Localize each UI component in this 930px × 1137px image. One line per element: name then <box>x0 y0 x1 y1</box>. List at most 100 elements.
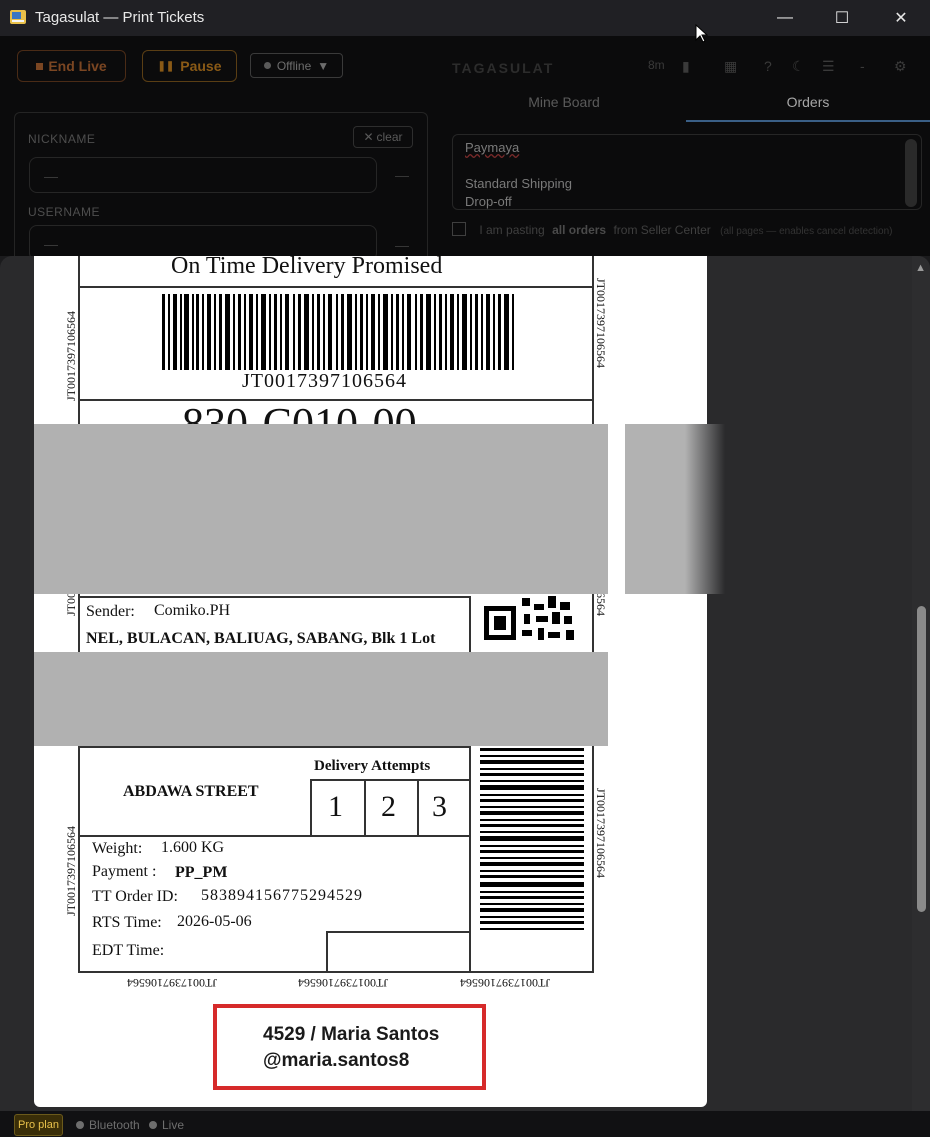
tt-order-value: 583894156775294529 <box>201 887 363 904</box>
right-header: TAGASULAT 8m ▮ ▦ ? ☾ ☰ - ⚙ <box>450 56 920 80</box>
timer-label: 8m <box>648 58 665 72</box>
label-rule <box>78 286 594 288</box>
help-icon[interactable]: ? <box>764 58 772 74</box>
stop-icon <box>36 62 44 70</box>
customer-info-box: 4529 / Maria Santos @maria.santos8 <box>213 1004 486 1090</box>
scroll-up-icon[interactable]: ▲ <box>915 262 926 274</box>
side-code-right-bottom: JT0017397106564 <box>594 788 608 878</box>
qr-code <box>484 596 574 640</box>
bluetooth-status: Bluetooth <box>76 1118 140 1132</box>
sender-label: Sender: <box>86 603 135 620</box>
status-select[interactable]: Offline ▼ <box>250 53 343 78</box>
mirrored-code-3: JT0017397106564 <box>460 976 550 990</box>
attempt-2: 2 <box>381 790 396 823</box>
pause-icon: ❚❚ <box>157 60 175 72</box>
end-live-label: End Live <box>48 58 107 74</box>
nickname-value: — <box>44 168 58 184</box>
mirrored-code-1: JT0017397106564 <box>127 976 217 990</box>
minimize-button[interactable]: — <box>756 0 814 36</box>
close-button[interactable]: ✕ <box>872 0 930 36</box>
brand-name: TAGASULAT <box>452 60 555 76</box>
pause-button[interactable]: ❚❚ Pause <box>142 50 237 82</box>
weight-value: 1.600 KG <box>161 839 225 856</box>
tracking-number: JT0017397106564 <box>242 370 407 392</box>
sender-name: Comiko.PH <box>154 602 231 619</box>
status-bar: Pro plan Bluetooth Live <box>0 1111 930 1137</box>
close-icon: ✕ <box>363 130 374 144</box>
tab-mine-board[interactable]: Mine Board <box>442 86 686 122</box>
label-rule <box>78 399 594 401</box>
username-dash: — <box>395 237 409 253</box>
scroll-thumb[interactable] <box>917 606 926 912</box>
live-label: Live <box>162 1118 185 1132</box>
title-bar: Tagasulat — Print Tickets — ☐ ✕ <box>0 0 930 36</box>
customer-panel: NICKNAME ✕ clear — — USERNAME — — <box>14 112 428 262</box>
payment-label: Payment : <box>92 863 157 880</box>
attempts-label: Delivery Attempts <box>314 758 431 774</box>
sender-address: NEL, BULACAN, BALIUAG, SABANG, Blk 1 Lot <box>86 630 436 647</box>
weight-label: Weight: <box>92 840 143 857</box>
side-code-right-top: JT0017397106564 <box>594 278 608 368</box>
end-live-button[interactable]: End Live <box>17 50 126 82</box>
mirrored-code-2: JT0017397106564 <box>298 976 388 990</box>
paste-suffix: from Seller Center <box>613 223 711 237</box>
edt-label: EDT Time: <box>92 942 165 959</box>
tt-order-label: TT Order ID: <box>92 888 178 905</box>
sort-code: 830-C010-00 <box>182 404 417 424</box>
preview-scrollbar[interactable]: ▲ <box>912 256 930 1111</box>
side-code-left-top: JT0017397106564 <box>64 311 78 401</box>
background-app: End Live ❚❚ Pause Offline ▼ NICKNAME ✕ c… <box>0 36 930 262</box>
label-rule <box>364 779 366 837</box>
menu-icon[interactable]: ☰ <box>822 58 835 75</box>
tab-orders[interactable]: Orders <box>686 86 930 122</box>
bluetooth-dot-icon <box>76 1121 84 1129</box>
tab-orders-label: Orders <box>786 94 830 110</box>
maximize-icon: ☐ <box>834 10 850 27</box>
paste-all-orders-option[interactable]: I am pasting all orders from Seller Cent… <box>452 222 892 237</box>
clear-button[interactable]: ✕ clear <box>353 126 413 148</box>
tracking-barcode <box>162 294 514 370</box>
delivery-promise: On Time Delivery Promised <box>171 256 443 279</box>
username-value: — <box>44 236 58 252</box>
minimize-icon: — <box>777 9 793 26</box>
live-status: Live <box>149 1118 184 1132</box>
label-rule <box>310 779 470 781</box>
nickname-input[interactable]: — <box>29 157 377 193</box>
redacted-recipient-block <box>34 424 608 594</box>
redacted-side-block <box>625 424 725 594</box>
moon-icon[interactable]: ☾ <box>792 58 805 75</box>
gear-icon[interactable]: ⚙ <box>894 58 907 75</box>
calendar-icon[interactable]: ▦ <box>724 58 737 75</box>
minimize-panel-icon[interactable]: - <box>860 58 865 74</box>
status-select-value: Offline <box>276 58 312 73</box>
notes-line: Paymaya <box>465 140 520 155</box>
order-customer-line: 4529 / Maria Santos <box>263 1024 440 1045</box>
notes-scrollbar[interactable] <box>905 139 917 207</box>
label-rule <box>78 746 470 748</box>
side-barcode <box>480 748 584 930</box>
nickname-label: NICKNAME <box>28 132 96 146</box>
plan-badge: Pro plan <box>14 1114 63 1136</box>
clear-label: clear <box>376 130 403 144</box>
notes-line: Drop-off <box>465 194 512 209</box>
chart-icon[interactable]: ▮ <box>682 58 690 75</box>
customer-handle: @maria.santos8 <box>263 1050 410 1071</box>
shipping-label: On Time Delivery Promised JT001739710656… <box>34 256 707 1107</box>
street-name: ABDAWA STREET <box>123 783 259 800</box>
rts-value: 2026-05-06 <box>177 913 252 930</box>
rts-label: RTS Time: <box>92 914 162 931</box>
edt-box <box>326 931 471 973</box>
label-rule <box>310 779 312 837</box>
mouse-cursor-icon <box>695 24 709 43</box>
close-icon: ✕ <box>894 10 908 27</box>
paste-bold: all orders <box>552 223 607 237</box>
paste-hint: (all pages — enables cancel detection) <box>720 226 893 237</box>
tab-bar: Mine Board Orders <box>442 86 930 122</box>
status-dot-icon <box>263 62 271 69</box>
attempt-1: 1 <box>328 790 343 823</box>
paste-prefix: I am pasting <box>479 223 545 237</box>
side-code-left-bottom: JT0017397106564 <box>64 826 78 916</box>
order-notes-textarea[interactable]: Paymaya Standard Shipping Drop-off <box>452 134 922 210</box>
maximize-button[interactable]: ☐ <box>813 0 871 36</box>
paste-all-orders-checkbox[interactable] <box>452 222 466 236</box>
